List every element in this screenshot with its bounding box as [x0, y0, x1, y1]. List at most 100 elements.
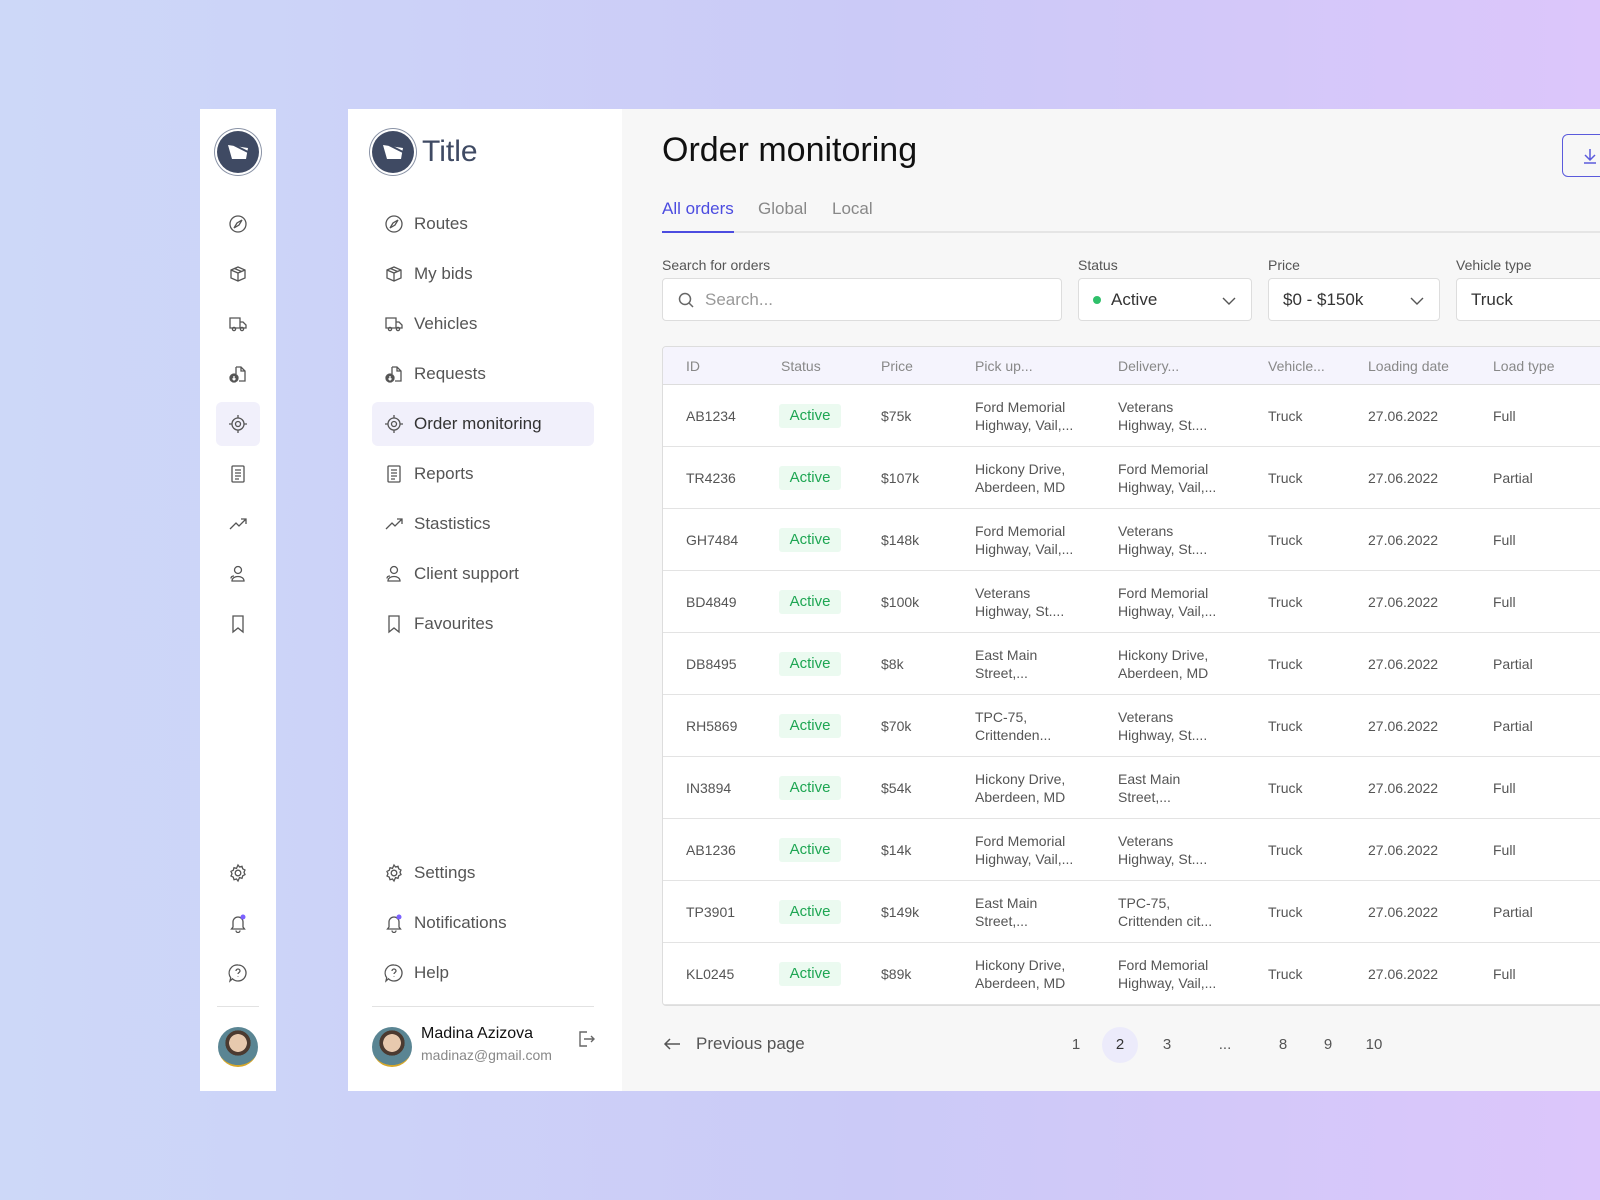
table-cell: 27.06.2022 — [1368, 470, 1439, 486]
page-button[interactable]: 8 — [1265, 1027, 1301, 1063]
divider — [217, 1006, 259, 1007]
table-cell: $70k — [881, 718, 912, 734]
table-cell: $54k — [881, 780, 912, 796]
column-header[interactable]: Loading date — [1368, 357, 1449, 375]
table-row[interactable]: TR4236 Active $107k Hickony Drive, Aberdeen… — [663, 447, 1600, 509]
sidebar-item-routes[interactable]: Routes — [372, 202, 594, 246]
rail-item-file-download[interactable] — [216, 352, 260, 396]
table-row[interactable]: DB8495 Active $8k East Main Street,... Hicko… — [663, 633, 1600, 695]
rail-item-trend[interactable] — [216, 502, 260, 546]
column-header[interactable]: Price — [881, 357, 913, 375]
page-button[interactable]: 10 — [1356, 1027, 1392, 1063]
status-badge: Active — [779, 466, 841, 490]
divider — [372, 1006, 594, 1007]
table-cell: 27.06.2022 — [1368, 718, 1439, 734]
column-header[interactable]: Delivery... — [1118, 357, 1179, 375]
sidebar-item-help[interactable]: Help — [372, 951, 594, 995]
main-content: Order monitoring All orders Global Local… — [622, 109, 1600, 1091]
sidebar-item-reports[interactable]: Reports — [372, 452, 594, 496]
truck-icon — [229, 317, 247, 332]
bell-icon — [230, 914, 246, 933]
download-button[interactable] — [1562, 134, 1600, 177]
column-header[interactable]: Pick up... — [975, 357, 1033, 375]
truck-icon — [385, 317, 403, 332]
page-button[interactable]: 3 — [1149, 1027, 1185, 1063]
table-row[interactable]: GH7484 Active $148k Ford Memorial Highway, … — [663, 509, 1600, 571]
table-row[interactable]: AB1234 Active $75k Ford Memorial Highway, V… — [663, 385, 1600, 447]
previous-page-button[interactable]: Previous page — [662, 1034, 805, 1054]
rail-item-help[interactable] — [216, 951, 260, 995]
table-cell: GH7484 — [686, 532, 739, 548]
logout-icon[interactable] — [576, 1029, 596, 1054]
search-input[interactable]: Search... — [662, 278, 1062, 321]
sidebar-item-client-support[interactable]: Client support — [372, 552, 594, 596]
sidebar-item-label: Favourites — [414, 614, 494, 633]
status-badge: Active — [779, 404, 841, 428]
page-button[interactable]: 1 — [1058, 1027, 1094, 1063]
chevron-down-icon — [1410, 297, 1424, 305]
column-header[interactable]: Vehicle... — [1268, 357, 1325, 375]
column-header[interactable]: Load type — [1493, 357, 1555, 375]
table-cell: Truck — [1268, 408, 1303, 424]
document-icon — [231, 465, 245, 483]
status-select[interactable]: Active — [1078, 278, 1252, 321]
file-download-icon — [385, 366, 402, 383]
rail-item-gear[interactable] — [216, 851, 260, 895]
table-cell: $89k — [881, 966, 912, 982]
sidebar-item-requests[interactable]: Requests — [372, 352, 594, 396]
sidebar-item-label: Routes — [414, 214, 468, 233]
tab-global[interactable]: Global — [758, 199, 807, 233]
table-cell: AB1234 — [686, 408, 736, 424]
price-value: $0 - $150k — [1283, 289, 1364, 309]
sidebar-item-my-bids[interactable]: My bids — [372, 252, 594, 296]
table-cell: Truck — [1268, 718, 1303, 734]
user-avatar[interactable] — [372, 1027, 412, 1067]
table-cell: Hickony Drive, Aberdeen, MD — [975, 771, 1066, 805]
table-row[interactable]: IN3894 Active $54k Hickony Drive, Aberdeen,… — [663, 757, 1600, 819]
status-value: Active — [1111, 289, 1158, 309]
rail-item-truck[interactable] — [216, 302, 260, 346]
sidebar-item-label: My bids — [414, 264, 473, 283]
page-button[interactable]: 9 — [1310, 1027, 1346, 1063]
sidebar-item-vehicles[interactable]: Vehicles — [372, 302, 594, 346]
sidebar-item-notifications[interactable]: Notifications — [372, 901, 594, 945]
arrow-left-icon — [663, 1038, 680, 1050]
status-badge: Active — [779, 776, 841, 800]
table-cell: Full — [1493, 532, 1516, 548]
vehicle-type-label: Vehicle type — [1456, 257, 1532, 273]
table-row[interactable]: AB1236 Active $14k Ford Memorial Highway, V… — [663, 819, 1600, 881]
table-cell: TPC-75, Crittenden cit... — [1118, 895, 1213, 929]
table-row[interactable]: BD4849 Active $100k Veterans Highway, St...… — [663, 571, 1600, 633]
avatar[interactable] — [218, 1027, 258, 1067]
sidebar-item-favourites[interactable]: Favourites — [372, 602, 594, 646]
status-dot — [1093, 295, 1101, 304]
sidebar-item-settings[interactable]: Settings — [372, 851, 594, 895]
price-select[interactable]: $0 - $150k — [1268, 278, 1440, 321]
sidebar-item-order-monitoring[interactable]: Order monitoring — [372, 402, 594, 446]
table-cell: Truck — [1268, 842, 1303, 858]
tab-local[interactable]: Local — [832, 199, 873, 233]
tabs: All orders Global Local — [662, 199, 1600, 233]
vehicle-type-select[interactable]: Truck — [1456, 278, 1600, 321]
sidebar-item-label: Client support — [414, 564, 519, 583]
column-header[interactable]: Status — [781, 357, 821, 375]
rail-item-support[interactable] — [216, 552, 260, 596]
tab-all-orders[interactable]: All orders — [662, 199, 734, 233]
column-header[interactable]: ID — [686, 357, 700, 375]
sidebar-item-stastistics[interactable]: Stastistics — [372, 502, 594, 546]
rail-item-bookmark[interactable] — [216, 602, 260, 646]
page-button[interactable]: 2 — [1102, 1027, 1138, 1063]
table-row[interactable]: KL0245 Active $89k Hickony Drive, Aberdeen,… — [663, 943, 1600, 1005]
bookmark-icon — [232, 615, 244, 634]
table-cell: 27.06.2022 — [1368, 594, 1439, 610]
rail-item-bell[interactable] — [216, 901, 260, 945]
rail-item-box[interactable] — [216, 252, 260, 296]
rail-item-target[interactable] — [216, 402, 260, 446]
table-cell: 27.06.2022 — [1368, 904, 1439, 920]
table-row[interactable]: TP3901 Active $149k East Main Street,... TPC… — [663, 881, 1600, 943]
table-row[interactable]: RH5869 Active $70k TPC-75, Crittenden... Vet… — [663, 695, 1600, 757]
rail-item-compass[interactable] — [216, 202, 260, 246]
rail-item-document[interactable] — [216, 452, 260, 496]
table-cell: Full — [1493, 408, 1516, 424]
search-label: Search for orders — [662, 257, 771, 273]
